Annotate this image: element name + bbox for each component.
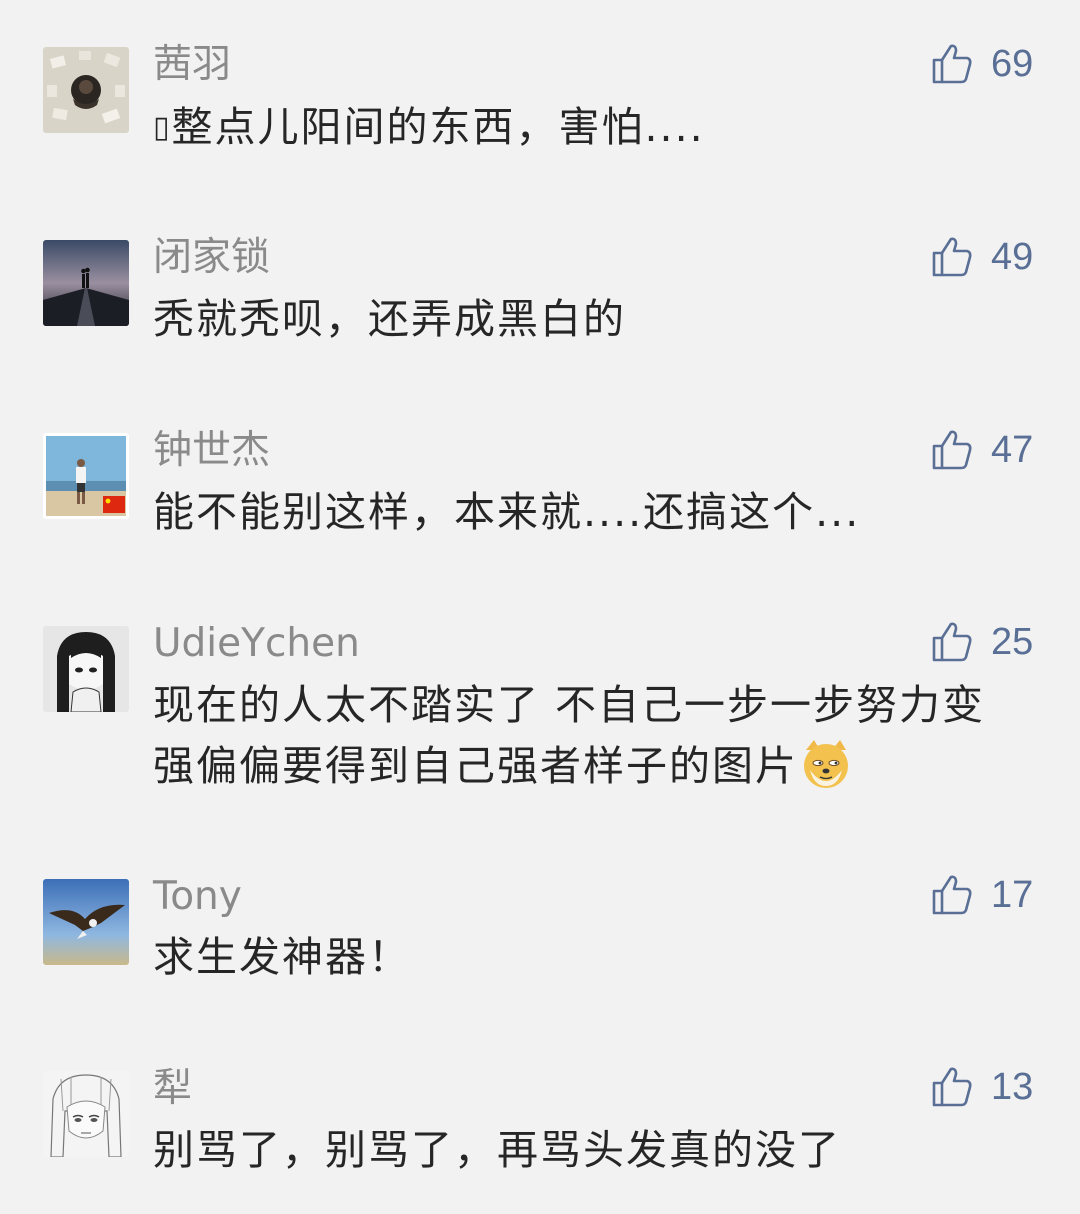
like-button[interactable]: 17 [930, 871, 1033, 919]
comment-list: 茜羽 ▯整点儿阳间的东西，害怕.... 69 闭家锁 秃就秃呗，还弄成黑白的 4… [0, 0, 1080, 1214]
avatar[interactable] [43, 626, 129, 712]
thumbs-up-icon [932, 1067, 972, 1107]
like-button[interactable]: 49 [930, 233, 1033, 281]
like-count: 47 [991, 429, 1034, 471]
thumbs-up-icon [932, 875, 972, 915]
unknown-glyph: ▯ [153, 110, 172, 145]
avatar[interactable] [43, 1071, 129, 1157]
china-flag-icon [103, 496, 125, 513]
comment-username[interactable]: 钟世杰 [153, 427, 270, 475]
avatar[interactable] [43, 240, 129, 326]
like-count: 17 [991, 874, 1034, 916]
comment-text: 现在的人太不踏实了 不自己一步一步努力变强偏偏要得到自己强者样子的图片 [153, 681, 986, 792]
comment-text: 能不能别这样，本来就....还搞这个... [153, 488, 861, 536]
like-button[interactable]: 13 [930, 1063, 1033, 1111]
comment-text: ▯整点儿阳间的东西，害怕.... [153, 103, 705, 151]
thumbs-up-icon [932, 44, 972, 84]
doge-emoji-icon [798, 736, 854, 792]
avatar[interactable] [43, 47, 129, 133]
like-button[interactable]: 47 [930, 426, 1033, 474]
comment-username[interactable]: Tony [153, 873, 242, 921]
comment-username[interactable]: 茜羽 [153, 41, 231, 89]
like-count: 25 [991, 621, 1034, 663]
comment-text: 秃就秃呗，还弄成黑白的 [153, 295, 626, 343]
thumbs-up-icon [932, 622, 972, 662]
comment-username[interactable]: 闭家锁 [153, 234, 270, 282]
like-button[interactable]: 25 [930, 618, 1033, 666]
thumbs-up-icon [932, 237, 972, 277]
like-button[interactable]: 69 [930, 40, 1033, 88]
like-count: 49 [991, 236, 1034, 278]
comment-text: 别骂了，别骂了，再骂头发真的没了 [153, 1126, 841, 1174]
thumbs-up-icon [932, 430, 972, 470]
like-count: 69 [991, 43, 1034, 85]
comment-text: 求生发神器！ [153, 933, 411, 981]
avatar[interactable] [43, 433, 129, 519]
avatar[interactable] [43, 879, 129, 965]
like-count: 13 [991, 1066, 1034, 1108]
comment-username[interactable]: UdieYchen [153, 620, 360, 668]
comment-username[interactable]: 犁 [153, 1065, 192, 1113]
